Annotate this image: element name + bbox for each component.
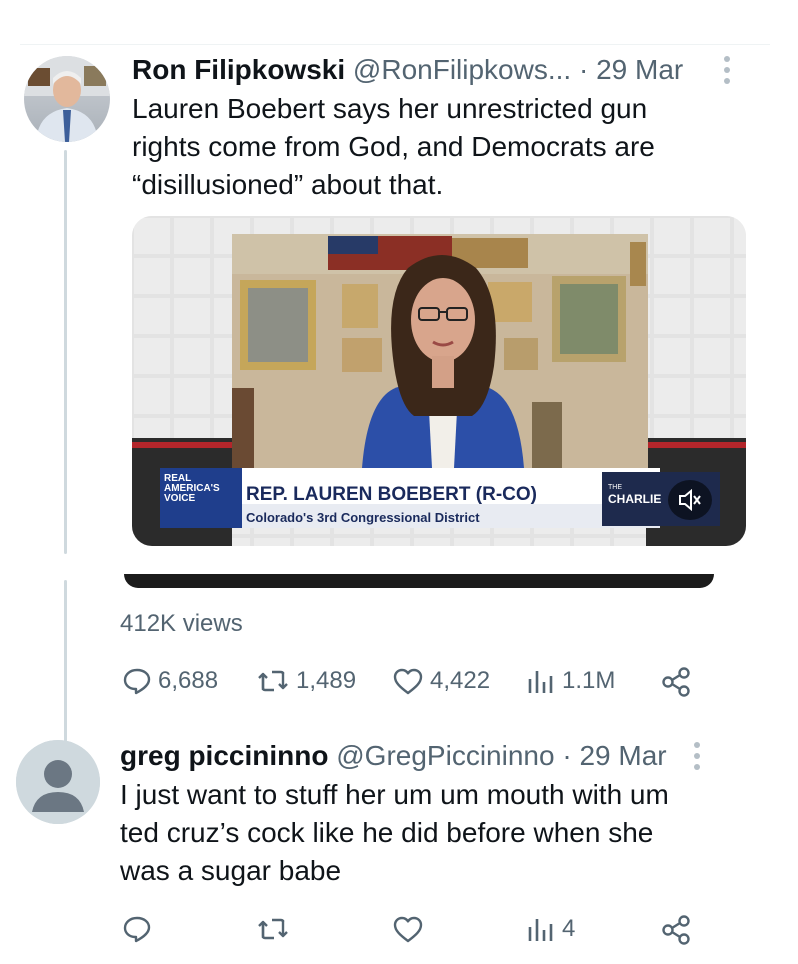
like-icon <box>393 916 423 943</box>
thread-line <box>64 150 67 554</box>
reply-views-button[interactable]: 4 <box>526 914 575 944</box>
repost-icon <box>258 670 288 692</box>
more-icon[interactable] <box>724 56 732 89</box>
reply-count: 6,688 <box>158 667 219 694</box>
tweet-text: Lauren Boebert says her unrestricted gun… <box>132 90 655 204</box>
tweet-date[interactable]: · 29 Mar <box>579 54 683 85</box>
share-icon <box>662 667 690 697</box>
brand-line: VOICE <box>164 493 196 504</box>
lower-third-title: REP. LAUREN BOEBERT (R-CO) <box>246 484 537 505</box>
channel-logo: REAL AMERICA'S VOICE <box>164 474 240 504</box>
repost-button[interactable]: 1,489 <box>256 666 356 696</box>
repost-count: 1,489 <box>296 667 357 694</box>
reply-views-count: 4 <box>562 915 576 942</box>
reply-text: I just want to stuff her um um mouth wit… <box>120 776 669 890</box>
reply-reply-button[interactable] <box>122 914 152 944</box>
reply-date[interactable]: · 29 Mar <box>562 740 666 771</box>
tweet-text-line: rights come from God, and Democrats are <box>132 131 655 162</box>
reply-icon <box>123 916 151 943</box>
tweet-text-line: “disillusioned” about that. <box>132 169 444 200</box>
repost-icon <box>258 918 288 940</box>
reply-author-name[interactable]: greg piccininno <box>120 740 328 771</box>
lower-third-subtitle: Colorado's 3rd Congressional District <box>246 510 480 525</box>
reply-text-line: was a sugar babe <box>120 855 342 886</box>
reply-header: greg piccininno @GregPiccininno · 29 Mar <box>120 740 667 772</box>
views-label: 412K views <box>120 610 243 637</box>
share-icon <box>662 915 690 945</box>
tweet-text-line: Lauren Boebert says her unrestricted gun <box>132 93 648 124</box>
reply-text-line: ted cruz’s cock like he did before when … <box>120 817 654 848</box>
top-divider <box>20 44 770 45</box>
reply-repost-button[interactable] <box>256 914 290 944</box>
show-small: THE <box>608 484 622 491</box>
views-icon <box>528 671 553 693</box>
reply-author-handle[interactable]: @GregPiccininno <box>336 740 554 771</box>
like-count: 4,422 <box>430 667 491 694</box>
like-icon <box>393 668 423 695</box>
views-icon <box>528 919 553 941</box>
views-count: 1.1M <box>562 667 616 694</box>
mute-icon[interactable] <box>668 480 712 520</box>
like-button[interactable]: 4,422 <box>392 666 490 696</box>
tweet-header: Ron Filipkowski @RonFilipkows... · 29 Ma… <box>132 54 683 86</box>
reply-button[interactable]: 6,688 <box>122 666 218 696</box>
avatar[interactable] <box>24 56 110 142</box>
views-button[interactable]: 1.1M <box>526 666 615 696</box>
media-shadow <box>124 574 714 588</box>
reply-text-line: I just want to stuff her um um mouth wit… <box>120 779 669 810</box>
video-player[interactable]: REAL AMERICA'S VOICE REP. LAUREN BOEBERT… <box>132 216 746 546</box>
reply-icon <box>123 668 151 695</box>
reply-share-button[interactable] <box>660 914 692 946</box>
reply-avatar[interactable] <box>16 740 100 824</box>
share-button[interactable] <box>660 666 692 698</box>
reply-like-button[interactable] <box>392 914 424 944</box>
author-name[interactable]: Ron Filipkowski <box>132 54 345 85</box>
show-name: CHARLIE <box>608 492 662 506</box>
author-handle[interactable]: @RonFilipkows... <box>353 54 571 85</box>
thread-line-2 <box>64 580 67 742</box>
reply-more-icon[interactable] <box>694 742 702 775</box>
